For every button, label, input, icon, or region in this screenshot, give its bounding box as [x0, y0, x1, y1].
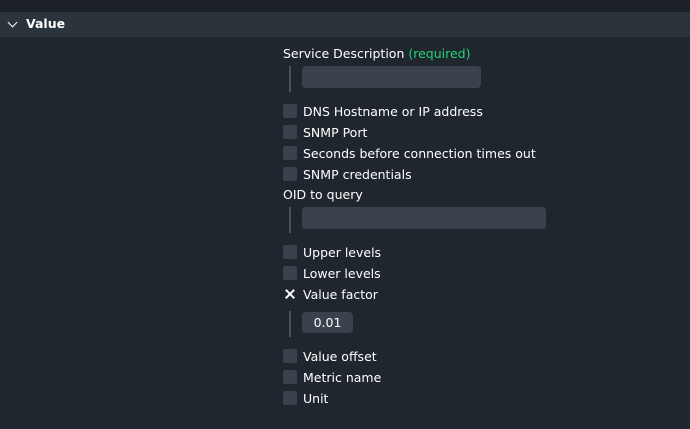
checkbox[interactable] [283, 125, 297, 139]
checkbox[interactable] [283, 391, 297, 405]
required-tag: (required) [408, 46, 471, 61]
option-upper-levels[interactable]: Upper levels [283, 244, 381, 260]
option-lower-levels[interactable]: Lower levels [283, 265, 381, 281]
option-value-offset[interactable]: Value offset [283, 348, 377, 364]
option-label: Upper levels [303, 244, 382, 260]
option-label: Value offset [303, 348, 377, 364]
checkbox[interactable] [283, 167, 297, 181]
option-label: SNMP credentials [303, 166, 412, 182]
section-title: Value [26, 16, 66, 31]
checkbox[interactable] [283, 349, 297, 363]
option-label: Seconds before connection times out [303, 145, 536, 161]
option-value-factor[interactable]: Value factor [283, 286, 378, 302]
option-timeout[interactable]: Seconds before connection times out [283, 145, 536, 161]
option-snmp-port[interactable]: SNMP Port [283, 124, 367, 140]
service-description-label: Service Description (required) [283, 46, 471, 61]
oid-label: OID to query [283, 187, 363, 202]
option-label: Value factor [303, 286, 378, 302]
option-label: SNMP Port [303, 124, 368, 140]
checkbox[interactable] [283, 245, 297, 259]
option-dns-hostname[interactable]: DNS Hostname or IP address [283, 103, 483, 119]
chevron-down-icon[interactable] [7, 17, 18, 28]
checkbox[interactable] [283, 370, 297, 384]
option-unit[interactable]: Unit [283, 390, 328, 406]
top-strip [0, 0, 690, 12]
oid-input[interactable] [302, 207, 546, 229]
indent-bar [289, 66, 291, 92]
indent-bar [289, 311, 291, 337]
service-description-input[interactable] [302, 66, 481, 88]
option-label: Unit [303, 390, 329, 406]
option-metric-name[interactable]: Metric name [283, 369, 381, 385]
checkbox[interactable] [283, 104, 297, 118]
indent-bar [289, 207, 291, 233]
option-label: Lower levels [303, 265, 381, 281]
option-label: Metric name [303, 369, 382, 385]
value-factor-input[interactable] [302, 312, 353, 333]
service-description-label-text: Service Description [283, 46, 405, 61]
option-snmp-credentials[interactable]: SNMP credentials [283, 166, 412, 182]
checkbox[interactable] [283, 146, 297, 160]
option-label: DNS Hostname or IP address [303, 103, 483, 119]
checkbox[interactable] [283, 266, 297, 280]
checkbox-checked-x-icon[interactable] [283, 287, 297, 301]
section-header[interactable]: Value [0, 12, 690, 37]
